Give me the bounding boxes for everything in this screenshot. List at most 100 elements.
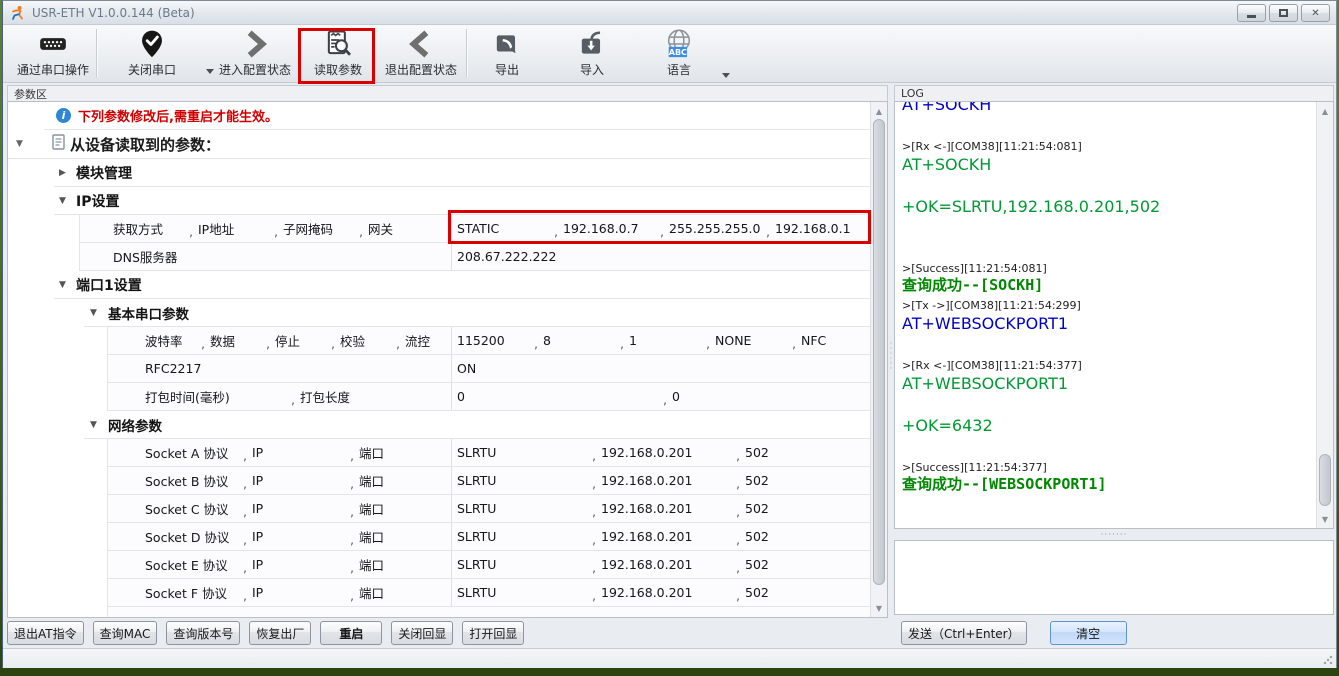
- log-view[interactable]: AT+SOCKH>[Rx <-][COM38][11:21:54:081]AT+…: [894, 101, 1334, 529]
- query-version-button[interactable]: 查询版本号: [166, 621, 240, 645]
- cell-text: DNS服务器: [113, 247, 177, 266]
- cell-text: RFC2217: [145, 361, 201, 376]
- param-values-cell[interactable]: SLRTU,192.168.0.201,502: [451, 495, 870, 522]
- param-row-partial: [107, 607, 870, 617]
- param-values-cell[interactable]: SLRTU,192.168.0.201,502: [451, 551, 870, 578]
- operate-via-serial-button[interactable]: 通过串口操作: [7, 27, 99, 81]
- send-button[interactable]: 发送（Ctrl+Enter）: [901, 621, 1027, 645]
- scroll-up-icon[interactable]: ▲: [871, 103, 887, 119]
- param-table: i下列参数修改后,需重启才能生效。▼从设备读取到的参数：▶模块管理▼IP设置获取…: [7, 101, 888, 618]
- enter-config-state-button-label: 进入配置状态: [219, 61, 291, 78]
- minimize-button[interactable]: [1237, 4, 1266, 22]
- param-values-cell[interactable]: SLRTU,192.168.0.201,502: [451, 439, 870, 466]
- comma-separator: ,: [529, 337, 543, 354]
- resize-grip[interactable]: [1323, 655, 1333, 665]
- cell-text: 502: [745, 473, 769, 488]
- tree-section-row[interactable]: ▼基本串口参数: [84, 299, 870, 327]
- exit-config-state-button[interactable]: 退出配置状态: [374, 27, 468, 81]
- param-row: 打包时间(毫秒),打包长度0,0: [107, 383, 870, 411]
- factory-reset-button[interactable]: 恢复出厂: [249, 621, 311, 645]
- enter-config-state-button[interactable]: 进入配置状态: [209, 27, 301, 81]
- scroll-down-icon[interactable]: ▼: [871, 600, 887, 616]
- cell-text: IP: [252, 501, 345, 516]
- toolbar-separator: [96, 29, 97, 77]
- tree-section-row[interactable]: ▼ 端口1设置: [54, 271, 870, 299]
- section-label: 端口1设置: [76, 275, 142, 295]
- log-blank-line: [902, 176, 1316, 196]
- param-values-cell[interactable]: SLRTU,192.168.0.201,502: [451, 579, 870, 606]
- close-serial-button[interactable]: 关闭串口: [101, 27, 203, 81]
- scroll-up-icon[interactable]: ▲: [1317, 103, 1333, 119]
- import-button-label: 导入: [580, 61, 604, 78]
- log-scrollbar[interactable]: ▲ ▼: [1316, 102, 1333, 528]
- cell-text: IP: [252, 529, 345, 544]
- operate-via-serial-button-label: 通过串口操作: [17, 61, 89, 78]
- collapse-arrow-icon[interactable]: ▼: [84, 308, 102, 318]
- query-mac-button[interactable]: 查询MAC: [93, 621, 158, 645]
- send-input[interactable]: [895, 541, 1333, 614]
- exit-config-state-button-label: 退出配置状态: [385, 61, 457, 78]
- param-labels-cell: DNS服务器: [80, 243, 451, 270]
- param-row: Socket D 协议,IP,端口SLRTU,192.168.0.201,502: [107, 523, 870, 551]
- maximize-button[interactable]: [1269, 4, 1298, 22]
- tree-section-row[interactable]: ▶ 模块管理: [54, 159, 870, 187]
- cell-text: 1: [629, 333, 701, 348]
- exit-at-command-button[interactable]: 退出AT指令: [7, 621, 84, 645]
- cell-text: Socket F 协议: [145, 583, 238, 602]
- cell-text: NONE: [715, 333, 787, 348]
- dropdown-arrow-icon[interactable]: [722, 73, 730, 78]
- param-values-cell[interactable]: SLRTU,192.168.0.201,502: [451, 523, 870, 550]
- param-values-cell[interactable]: ON: [451, 355, 870, 382]
- param-values-cell[interactable]: 0,0: [451, 383, 870, 410]
- close-serial-button-label: 关闭串口: [128, 61, 176, 78]
- param-row: Socket B 协议,IP,端口SLRTU,192.168.0.201,502: [107, 467, 870, 495]
- echo-off-button[interactable]: 关闭回显: [391, 621, 453, 645]
- scroll-down-icon[interactable]: ▼: [1317, 511, 1333, 527]
- import-button[interactable]: 导入: [556, 27, 628, 81]
- param-values-cell[interactable]: 208.67.222.222: [451, 243, 870, 270]
- param-values-cell[interactable]: SLRTU,192.168.0.201,502: [451, 467, 870, 494]
- comma-separator: ,: [391, 337, 405, 354]
- cell-text: 115200: [457, 333, 529, 348]
- comma-separator: ,: [787, 337, 801, 354]
- collapse-arrow-icon[interactable]: ▼: [16, 139, 23, 149]
- cell-text: 打包时间(毫秒): [145, 387, 286, 406]
- collapse-arrow-icon[interactable]: ▼: [54, 280, 72, 290]
- language-button[interactable]: ABC语言: [639, 27, 719, 81]
- log-scrollbar-thumb[interactable]: [1319, 454, 1331, 506]
- read-params-highlight-box: [298, 28, 375, 84]
- app-window: USR-ETH V1.0.0.144 (Beta) ✕ 通过串口操作 关闭串口 进入…: [2, 0, 1337, 668]
- param-labels-cell: 打包时间(毫秒),打包长度: [108, 383, 451, 410]
- log-blank-line: [902, 335, 1316, 355]
- param-scrollbar[interactable]: ▲ ▼: [870, 102, 887, 617]
- echo-on-button[interactable]: 打开回显: [462, 621, 524, 645]
- cell-text: 0: [457, 389, 658, 404]
- send-input-box: [894, 540, 1334, 615]
- restart-button[interactable]: 重启: [320, 621, 382, 645]
- expand-arrow-icon[interactable]: ▶: [54, 168, 72, 178]
- comma-separator: ,: [238, 505, 252, 522]
- comma-separator: ,: [587, 477, 601, 494]
- log-panel-title: LOG: [901, 87, 924, 100]
- log-line: >[Rx <-][COM38][11:21:54:081]: [902, 139, 1316, 154]
- clear-button[interactable]: 清空: [1050, 621, 1127, 645]
- tree-root-row[interactable]: ▼从设备读取到的参数：: [8, 130, 870, 159]
- title-bar[interactable]: USR-ETH V1.0.0.144 (Beta) ✕: [3, 1, 1336, 25]
- close-button[interactable]: ✕: [1301, 4, 1330, 22]
- param-values-cell[interactable]: 115200,8,1,NONE,NFC: [451, 327, 870, 354]
- comma-separator: ,: [587, 561, 601, 578]
- log-input-splitter[interactable]: ·······: [894, 530, 1334, 539]
- cell-text: IP: [252, 445, 345, 460]
- comma-separator: ,: [587, 533, 601, 550]
- section-label: 模块管理: [76, 163, 132, 183]
- param-scrollbar-thumb[interactable]: [873, 119, 885, 585]
- comma-separator: ,: [345, 533, 359, 550]
- collapse-arrow-icon[interactable]: ▼: [54, 196, 72, 206]
- param-row: Socket C 协议,IP,端口SLRTU,192.168.0.201,502: [107, 495, 870, 523]
- export-button[interactable]: 导出: [471, 27, 543, 81]
- param-labels-cell: Socket E 协议,IP,端口: [108, 551, 451, 578]
- tree-section-row[interactable]: ▼网络参数: [84, 411, 870, 439]
- param-labels-cell: 获取方式,IP地址,子网掩码,网关: [80, 215, 451, 242]
- collapse-arrow-icon[interactable]: ▼: [84, 420, 102, 430]
- app-logo-icon: [10, 5, 26, 21]
